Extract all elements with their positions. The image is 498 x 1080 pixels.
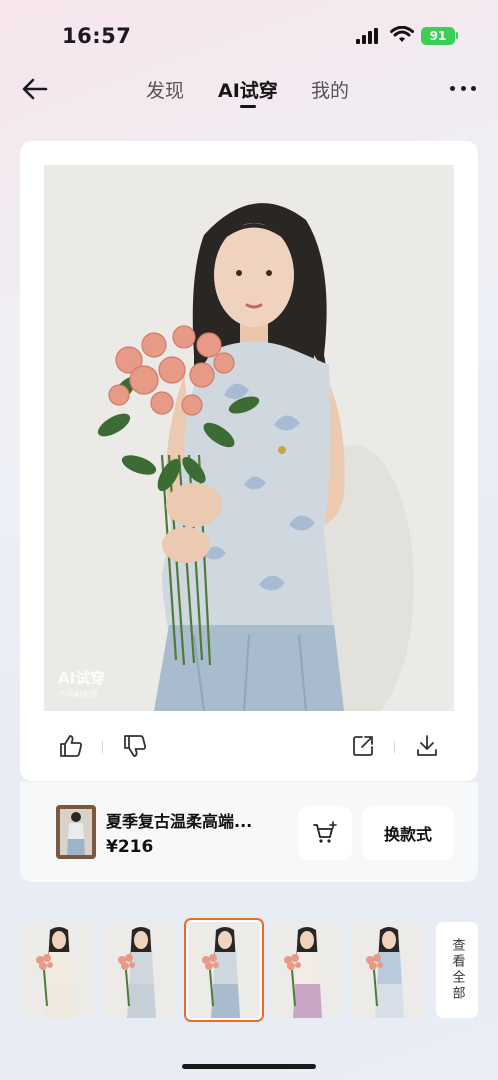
watermark-title: AI试穿 bbox=[58, 669, 106, 687]
variant-thumb[interactable] bbox=[352, 922, 424, 1018]
model-illustration bbox=[44, 165, 454, 711]
thumbs-down-icon[interactable] bbox=[122, 733, 148, 759]
variant-strip: 查看全部 bbox=[0, 918, 498, 1022]
back-arrow-icon[interactable] bbox=[20, 76, 50, 102]
photo-actions bbox=[20, 729, 478, 765]
watermark-subtitle: 千问AI生成 bbox=[58, 690, 98, 699]
share-icon[interactable] bbox=[350, 733, 376, 759]
add-to-cart-button[interactable] bbox=[298, 806, 352, 860]
view-all-button[interactable]: 查看全部 bbox=[436, 922, 478, 1018]
action-separator bbox=[394, 741, 395, 753]
product-card[interactable]: 夏季复古温柔高端... ¥216 换款式 bbox=[20, 781, 478, 882]
thumbs-up-icon[interactable] bbox=[58, 733, 84, 759]
home-indicator bbox=[182, 1064, 316, 1069]
action-separator bbox=[102, 741, 103, 753]
change-style-button[interactable]: 换款式 bbox=[362, 806, 454, 860]
product-title[interactable]: 夏季复古温柔高端... bbox=[106, 808, 252, 832]
variant-thumb[interactable] bbox=[270, 922, 342, 1018]
try-on-result-card: AI试穿 千问AI生成 bbox=[20, 141, 478, 781]
battery-indicator: 91 bbox=[421, 27, 455, 45]
top-nav: 发现 AI试穿 我的 bbox=[0, 66, 498, 114]
product-price: ¥216 bbox=[106, 837, 154, 857]
active-tab-indicator bbox=[240, 105, 256, 108]
ai-watermark: AI试穿 千问AI生成 bbox=[58, 667, 105, 700]
variant-thumb[interactable] bbox=[22, 922, 94, 1018]
try-on-photo: AI试穿 千问AI生成 bbox=[44, 165, 454, 711]
signal-icon bbox=[356, 28, 378, 44]
tab-discover[interactable]: 发现 bbox=[146, 76, 184, 103]
tab-ai-try-on[interactable]: AI试穿 bbox=[218, 76, 278, 103]
cart-add-icon bbox=[313, 821, 337, 843]
battery-cap bbox=[456, 32, 458, 39]
tab-mine[interactable]: 我的 bbox=[311, 76, 349, 103]
product-thumbnail[interactable] bbox=[56, 805, 96, 859]
view-all-label: 查看全部 bbox=[449, 938, 465, 1002]
variant-thumb-selected[interactable] bbox=[184, 918, 264, 1022]
status-time: 16:57 bbox=[62, 24, 132, 48]
variant-thumb[interactable] bbox=[104, 922, 176, 1018]
more-icon[interactable] bbox=[450, 86, 476, 92]
download-icon[interactable] bbox=[414, 733, 440, 759]
status-bar: 16:57 91 bbox=[0, 0, 498, 70]
wifi-icon bbox=[390, 26, 414, 42]
